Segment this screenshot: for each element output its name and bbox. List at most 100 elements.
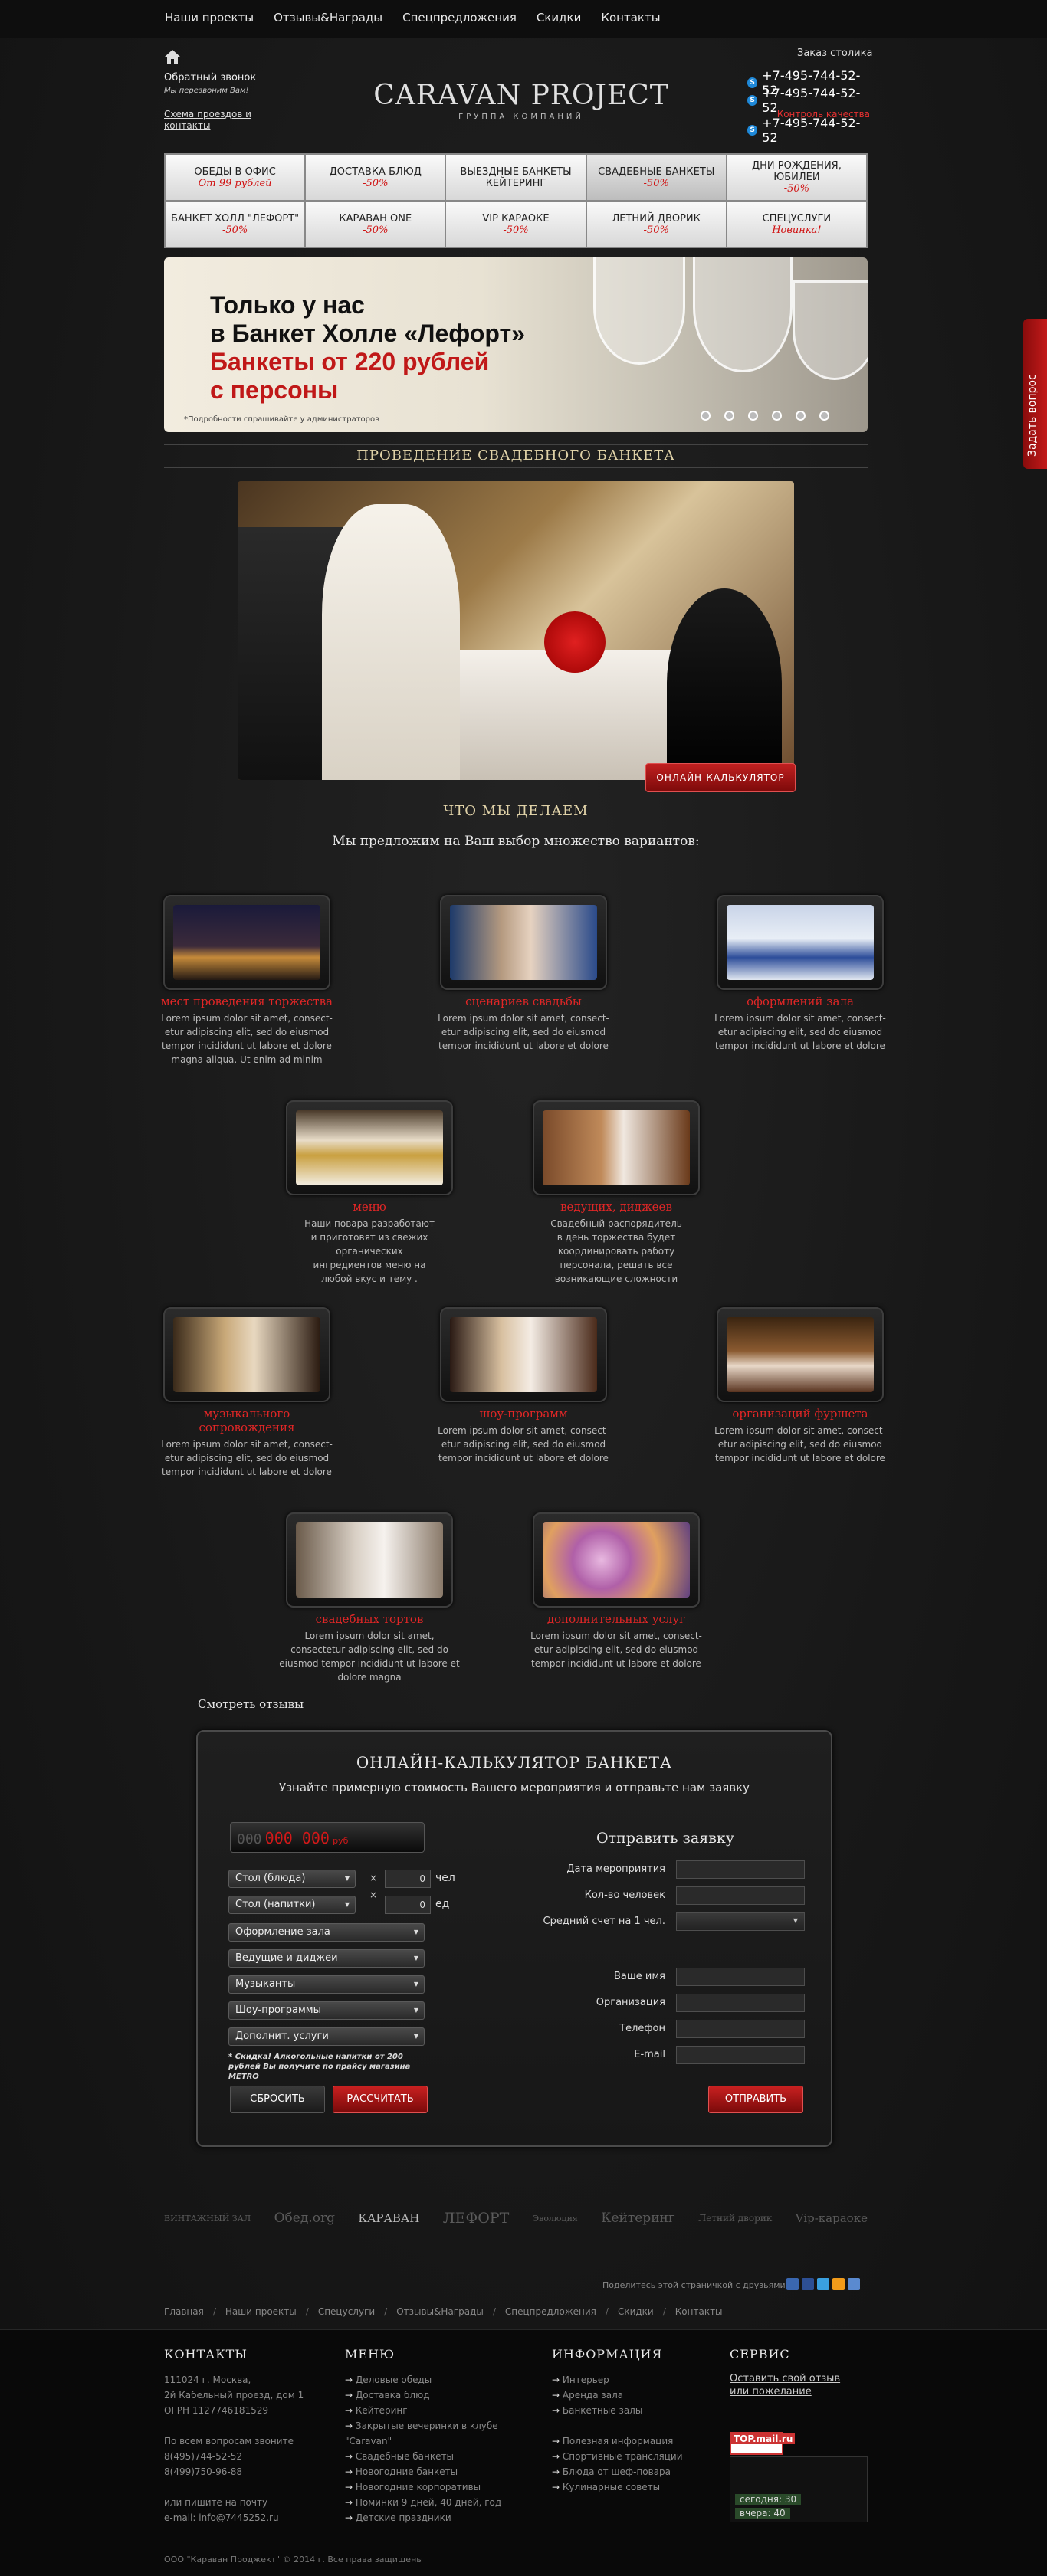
menu-item-birthdays[interactable]: ДНИ РОЖДЕНИЯ, ЮБИЛЕИ -50% xyxy=(727,155,866,200)
twitter-icon[interactable] xyxy=(817,2278,829,2290)
service-card[interactable]: шоу-программ Lorem ipsum dolor sit amet,… xyxy=(432,1307,615,1465)
select-table-dishes[interactable]: Стол (блюда) xyxy=(228,1870,356,1888)
quantity-units-input[interactable]: 0 xyxy=(385,1896,431,1914)
bottom-link[interactable]: Скидки xyxy=(618,2306,654,2317)
partner-logo[interactable]: ВИНТАЖНЫЙ ЗАЛ xyxy=(164,2214,251,2224)
menu-item-special[interactable]: СПЕЦУСЛУГИ Новинка! xyxy=(727,202,866,247)
top-mail-counter[interactable]: TOP.mail.ru xyxy=(730,2432,796,2455)
nav-contacts[interactable]: Контакты xyxy=(601,11,660,25)
calculate-button[interactable]: РАССЧИТАТЬ xyxy=(333,2086,428,2113)
promo-banner[interactable]: Только у нас в Банкет Холле «Лефорт» Бан… xyxy=(164,257,868,432)
footer-info-link[interactable]: Блюда от шеф-повара xyxy=(552,2464,720,2479)
odnoklassniki-icon[interactable] xyxy=(832,2278,845,2290)
menu-item-karaoke[interactable]: VIP КАРАОКЕ -50% xyxy=(446,202,586,247)
nav-discounts[interactable]: Скидки xyxy=(537,11,581,25)
menu-item-office-lunch[interactable]: ОБЕДЫ В ОФИС От 99 рублей xyxy=(166,155,305,200)
service-card[interactable]: ведущих, диджеев Свадебный распорядитель… xyxy=(524,1100,708,1286)
quantity-people-input[interactable]: 0 xyxy=(385,1870,431,1888)
menu-item-catering[interactable]: ВЫЕЗДНЫЕ БАНКЕТЫ КЕЙТЕРИНГ xyxy=(446,155,586,200)
partner-logo[interactable]: Vip-караоке xyxy=(796,2211,868,2225)
footer-menu-link[interactable]: Кейтеринг xyxy=(345,2403,521,2418)
service-card[interactable]: оформлений зала Lorem ipsum dolor sit am… xyxy=(708,895,892,1053)
footer-menu-link[interactable]: Новогодние корпоративы xyxy=(345,2479,521,2495)
event-date-input[interactable] xyxy=(676,1860,805,1879)
nav-reviews[interactable]: Отзывы&Награды xyxy=(274,11,382,25)
name-input[interactable] xyxy=(676,1968,805,1986)
callback-title[interactable]: Обратный звонок xyxy=(164,72,279,84)
select-musicians[interactable]: Музыканты xyxy=(228,1975,425,1994)
slider-dot[interactable] xyxy=(772,411,782,421)
skype-icon[interactable]: S xyxy=(747,124,758,136)
bottom-link[interactable]: Наши проекты xyxy=(225,2306,297,2317)
leave-review-link[interactable]: Оставить свой отзыв или пожелание xyxy=(730,2373,840,2397)
footer-info-link[interactable]: Аренда зала xyxy=(552,2388,720,2403)
footer-menu-link[interactable]: Поминки 9 дней, 40 дней, год xyxy=(345,2495,521,2510)
service-card[interactable]: меню Наши повара разработают и приготовя… xyxy=(277,1100,461,1286)
service-card[interactable]: свадебных тортов Lorem ipsum dolor sit a… xyxy=(277,1512,461,1684)
bottom-link[interactable]: Контакты xyxy=(675,2306,723,2317)
partner-logo[interactable]: Обед.org xyxy=(274,2211,335,2226)
menu-item-lefort[interactable]: БАНКЕТ ХОЛЛ "ЛЕФОРТ" -50% xyxy=(166,202,305,247)
slider-dot[interactable] xyxy=(796,411,806,421)
service-card[interactable]: сценариев свадьбы Lorem ipsum dolor sit … xyxy=(432,895,615,1053)
ask-question-tab[interactable]: Задать вопрос xyxy=(1023,319,1047,469)
nav-offers[interactable]: Спецпредложения xyxy=(402,11,517,25)
partner-logo[interactable]: Эволюция xyxy=(533,2214,578,2224)
bottom-link[interactable]: Спецпредложения xyxy=(505,2306,596,2317)
order-table-link[interactable]: Заказ столика xyxy=(797,48,872,59)
menu-item-caravan-one[interactable]: КАРАВАН ONE -50% xyxy=(306,202,445,247)
footer-email[interactable]: e-mail: info@7445252.ru xyxy=(164,2510,333,2525)
reset-button[interactable]: СБРОСИТЬ xyxy=(230,2086,325,2113)
select-shows[interactable]: Шоу-программы xyxy=(228,2001,425,2020)
partner-logo[interactable]: Летний дворик xyxy=(698,2213,772,2224)
send-button[interactable]: ОТПРАВИТЬ xyxy=(708,2086,803,2113)
slider-dot[interactable] xyxy=(819,411,829,421)
scheme-link[interactable]: Схема проездов и контакты xyxy=(164,109,279,132)
partner-logo[interactable]: ЛЕФОРТ xyxy=(443,2210,510,2227)
facebook-icon[interactable] xyxy=(802,2278,814,2290)
partner-logo[interactable]: КАРАВАН xyxy=(358,2211,419,2225)
bottom-link[interactable]: Главная xyxy=(164,2306,204,2317)
email-input[interactable] xyxy=(676,2046,805,2064)
partner-logo[interactable]: Кейтеринг xyxy=(601,2211,674,2226)
nav-projects[interactable]: Наши проекты xyxy=(165,11,254,25)
organization-input[interactable] xyxy=(676,1994,805,2012)
service-card[interactable]: мест проведения торжества Lorem ipsum do… xyxy=(155,895,339,1067)
skype-icon[interactable]: S xyxy=(747,94,758,106)
select-hall-decor[interactable]: Оформление зала xyxy=(228,1923,425,1942)
footer-info-link[interactable]: Кулинарные советы xyxy=(552,2479,720,2495)
footer-menu-link[interactable]: Доставка блюд xyxy=(345,2388,521,2403)
slider-dot[interactable] xyxy=(724,411,734,421)
footer-info-link[interactable]: Банкетные залы xyxy=(552,2403,720,2418)
footer-info-link[interactable]: Спортивные трансляции xyxy=(552,2449,720,2464)
footer-menu-link[interactable]: Закрытые вечеринки в клубе "Caravan" xyxy=(345,2418,521,2449)
bottom-link[interactable]: Спецуслуги xyxy=(318,2306,375,2317)
service-card[interactable]: дополнительных услуг Lorem ipsum dolor s… xyxy=(524,1512,708,1670)
visit-counter[interactable]: сегодня: 30 вчера: 40 xyxy=(730,2456,868,2522)
footer-menu-link[interactable]: Новогодние банкеты xyxy=(345,2464,521,2479)
service-card[interactable]: музыкального сопровождения Lorem ipsum d… xyxy=(155,1307,339,1479)
menu-item-delivery[interactable]: ДОСТАВКА БЛЮД -50% xyxy=(306,155,445,200)
slider-dot[interactable] xyxy=(748,411,758,421)
skype-icon[interactable]: S xyxy=(747,77,758,88)
footer-info-link[interactable]: Полезная информация xyxy=(552,2433,720,2449)
footer-info-link[interactable]: Интерьер xyxy=(552,2372,720,2388)
average-bill-select[interactable]: ▼ xyxy=(676,1912,805,1931)
view-reviews-link[interactable]: Смотреть отзывы xyxy=(198,1697,304,1711)
footer-menu-link[interactable]: Свадебные банкеты xyxy=(345,2449,521,2464)
menu-item-summer-yard[interactable]: ЛЕТНИЙ ДВОРИК -50% xyxy=(586,202,726,247)
footer-menu-link[interactable]: Деловые обеды xyxy=(345,2372,521,2388)
logo[interactable]: CARAVAN PROJECT ГРУППА КОМПАНИЙ xyxy=(368,80,674,121)
select-extra-services[interactable]: Дополнит. услуги xyxy=(228,2027,425,2046)
phone-input[interactable] xyxy=(676,2020,805,2038)
bottom-link[interactable]: Отзывы&Награды xyxy=(396,2306,484,2317)
menu-item-wedding[interactable]: СВАДЕБНЫЕ БАНКЕТЫ -50% xyxy=(586,155,726,200)
select-hosts[interactable]: Ведущие и диджеи xyxy=(228,1949,425,1968)
select-table-drinks[interactable]: Стол (напитки) xyxy=(228,1896,356,1914)
guests-count-input[interactable] xyxy=(676,1886,805,1905)
slider-dot[interactable] xyxy=(701,411,711,421)
online-calculator-button[interactable]: ОНЛАЙН-КАЛЬКУЛЯТОР xyxy=(645,763,796,792)
mailru-icon[interactable] xyxy=(848,2278,860,2290)
home-icon[interactable] xyxy=(164,49,181,64)
service-card[interactable]: организаций фуршета Lorem ipsum dolor si… xyxy=(708,1307,892,1465)
